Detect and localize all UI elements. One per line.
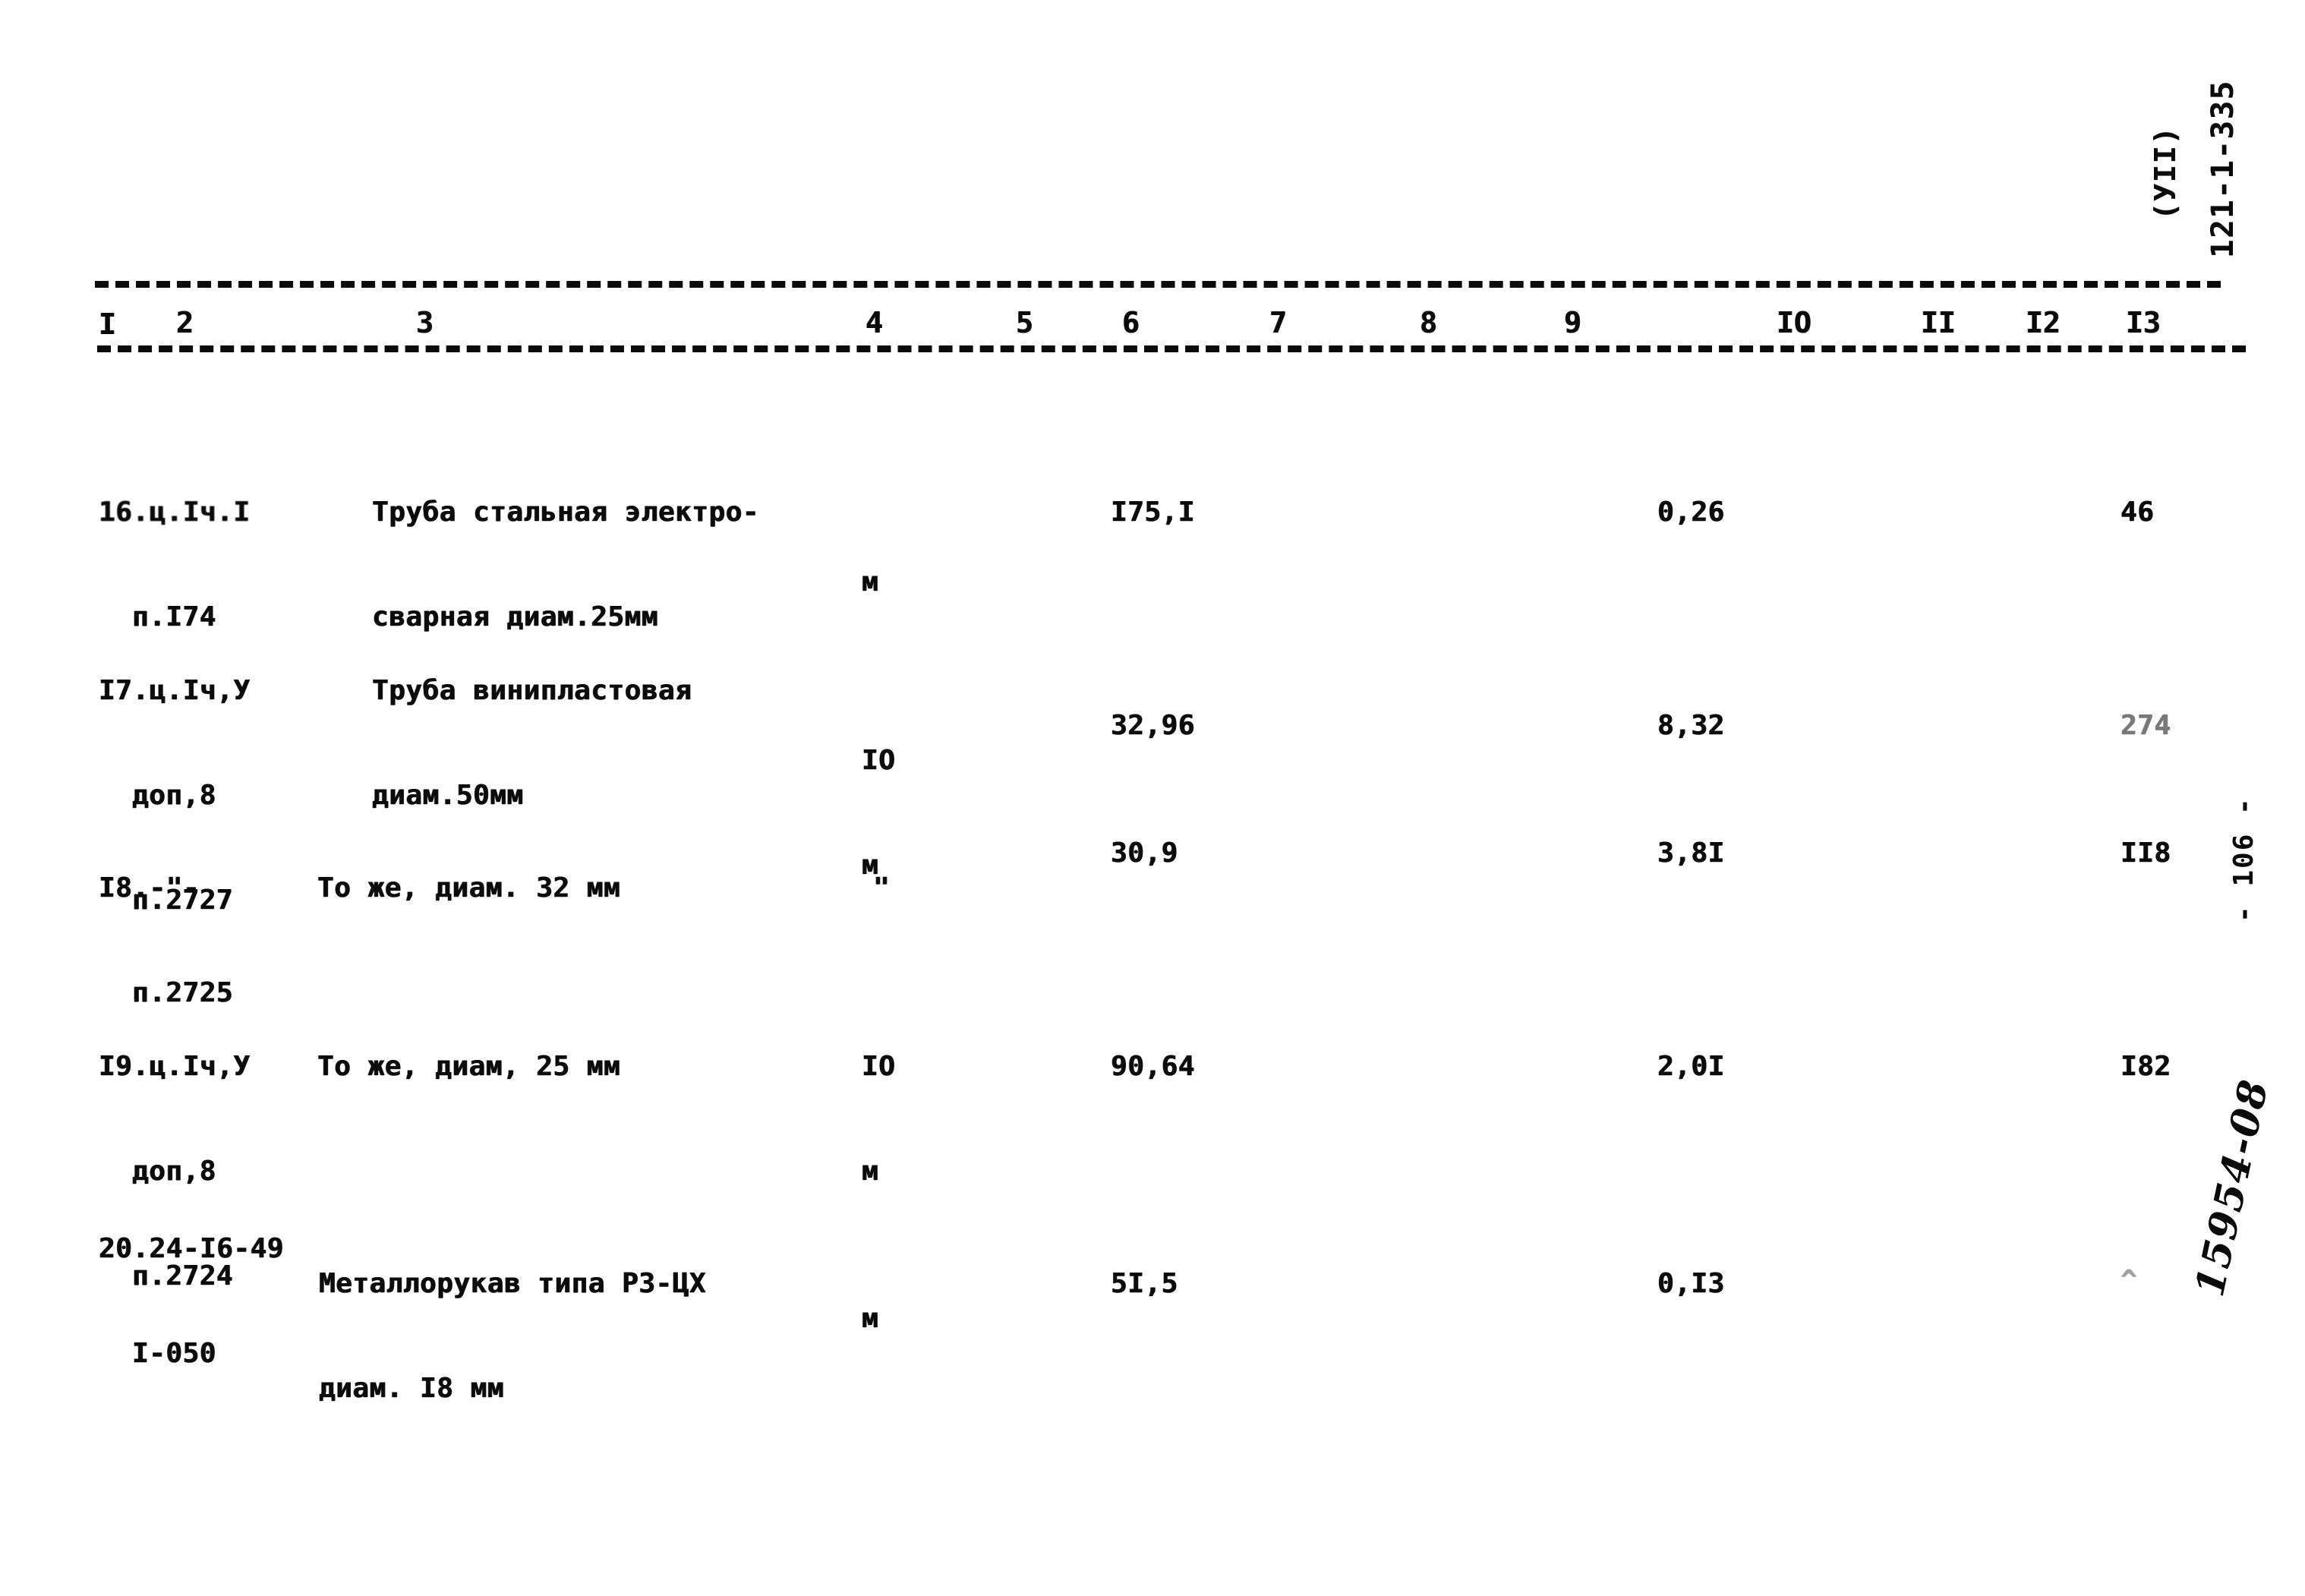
row-unit-line: " [873,872,891,904]
column-number-6: 6 [1122,306,1140,339]
column-number-3: 3 [416,306,434,339]
row-col12-value: II8 [2121,837,2171,869]
row-col12: 46 [2020,460,2187,565]
row-quantity-value: 30,9 [1111,837,1178,869]
table-top-rule [95,281,2221,288]
row-description: То же, диам. 32 мм [317,801,894,976]
row-unit-line: IO [862,1051,896,1082]
row-quantity: 5I,5 [1010,1232,1184,1336]
column-number-7: 7 [1269,306,1287,339]
row-quantity: I75,I [1010,460,1194,565]
scanned-document-page: 121-1-335 (УII) - 106 - 15954-08 I 2 3 4… [0,0,2305,1596]
row-description-line: диам. I8 мм [319,1373,504,1404]
row-description-line: Металлорукав типа РЗ-ЦХ [319,1268,706,1299]
column-number-9: 9 [1564,306,1581,339]
column-number-13: I3 [2126,306,2161,339]
row-quantity: 90,64 [1010,1014,1194,1119]
table-header-rule [97,345,2246,352]
row-unit-line: IO [862,745,896,776]
document-section-text: (УII) [2149,125,2182,220]
row-col9-value: 2,0I [1657,1051,1725,1082]
row-col9: 0,I3 [1556,1232,1725,1336]
document-number: 121-1-335 [2206,80,2240,258]
document-section: (УII) [2149,126,2182,220]
row-description: То же, диам, 25 мм [317,979,894,1154]
row-col9: 0,26 [1556,460,1725,565]
column-number-11: II [1921,306,1956,339]
column-number-2: 2 [176,306,194,339]
row-col9: 8,32 [1556,673,1725,778]
row-col12: II8 [2020,801,2187,906]
column-number-1: I [99,308,116,341]
page-number: - 106 - [2228,796,2259,923]
row-unit: м [862,1232,953,1406]
row-description-line: То же, диам, 25 мм [317,1051,621,1082]
row-unit-line: м [862,1303,879,1334]
row-unit-line: м [862,1156,879,1187]
row-col12: 274 [2020,673,2187,778]
row-col9: 3,8I [1556,801,1725,906]
column-number-4: 4 [866,306,883,339]
row-col12-value: 46 [2121,497,2155,528]
row-col12: I82 [2020,1014,2187,1119]
row-col9: 2,0I [1556,1014,1725,1119]
row-quantity: 30,9 [1010,801,1184,906]
document-number-text: 121-1-335 [2206,80,2240,258]
column-number-12: I2 [2026,306,2061,339]
archive-stamp: 15954-08 [2187,1074,2278,1300]
column-number-5: 5 [1016,306,1033,339]
row-quantity-value: 32,96 [1111,710,1195,741]
row-col9-value: 3,8I [1657,837,1725,869]
row-col9-value: 8,32 [1657,710,1725,741]
page-number-text: - 106 - [2228,796,2259,923]
row-quantity: 32,96 [1010,673,1194,778]
row-description-line: То же, диам. 32 мм [317,872,621,904]
row-quantity-value: 90,64 [1111,1051,1195,1082]
row-col12-value: ^ [2121,1265,2138,1296]
row-col9-value: 0,26 [1657,497,1725,528]
row-quantity-value: 5I,5 [1111,1268,1178,1299]
row-col12: ^ [2020,1229,2187,1333]
row-unit-line: м [862,566,879,598]
row-col9-value: 0,I3 [1657,1268,1725,1299]
row-description: Металлорукав типа РЗ-ЦХ диам. I8 мм [319,1197,896,1476]
archive-stamp-text: 15954-08 [2187,1074,2278,1301]
column-number-8: 8 [1420,306,1437,339]
row-quantity-value: I75,I [1111,497,1195,528]
row-col12-value: I82 [2121,1051,2171,1082]
row-unit: " [873,801,964,976]
row-col12-value: 274 [2121,710,2171,741]
column-number-10: IO [1777,306,1812,339]
